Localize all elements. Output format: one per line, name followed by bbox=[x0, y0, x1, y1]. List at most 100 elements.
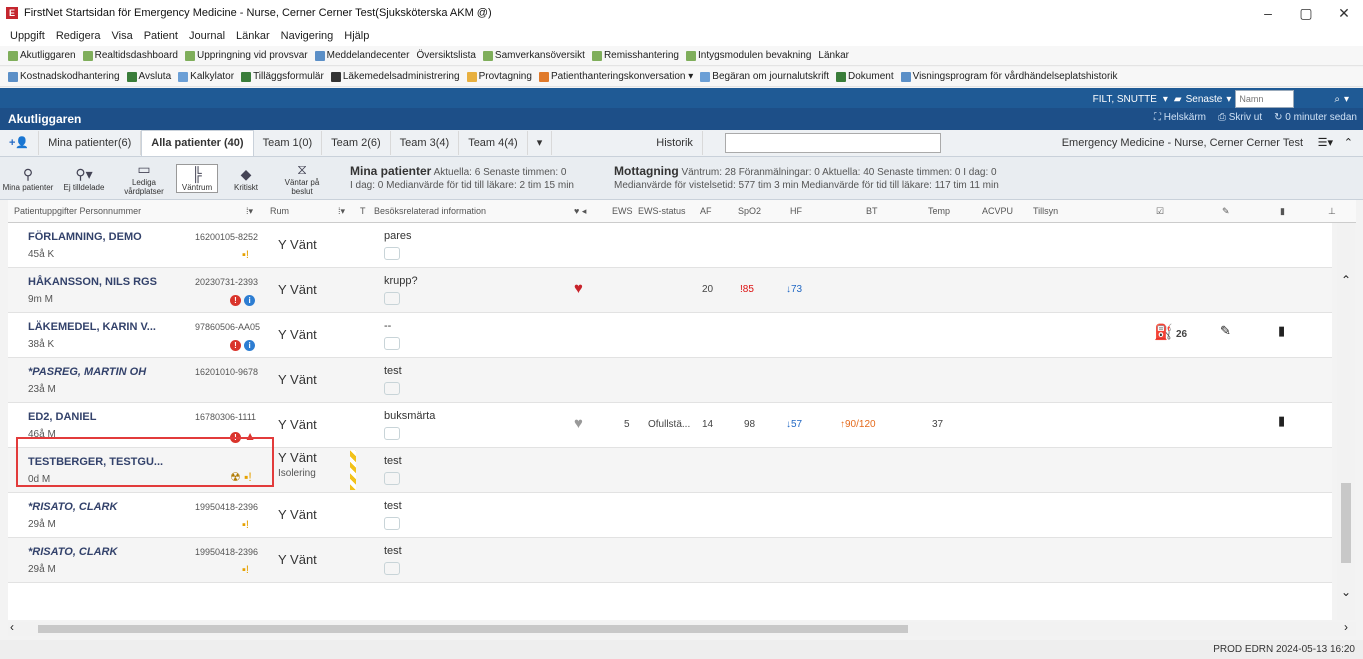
table-row[interactable]: *PASREG, MARTIN OH 16201010-9678 23å M Y… bbox=[8, 358, 1332, 403]
comment-icon[interactable] bbox=[384, 337, 400, 350]
toolbar-provtagning[interactable]: Provtagning bbox=[466, 71, 532, 82]
patient-name[interactable]: HÅKANSSON, NILS RGS bbox=[28, 276, 157, 288]
comment-icon[interactable] bbox=[384, 247, 400, 260]
scroll-up-icon[interactable]: ⌃ bbox=[1341, 273, 1351, 287]
col-ews-status[interactable]: EWS-status bbox=[638, 206, 686, 216]
table-row[interactable]: *RISATO, CLARK 19950418-2396 29å M ▪! Y … bbox=[8, 493, 1332, 538]
col-hf[interactable]: HF bbox=[790, 206, 802, 216]
toolbar-journalutskrift[interactable]: Begäran om journalutskrift bbox=[700, 71, 829, 82]
patient-search-input[interactable] bbox=[1235, 90, 1295, 108]
col-ews[interactable]: EWS bbox=[612, 206, 633, 216]
my-patients-filter-button[interactable]: ⚲ Mina patienter bbox=[0, 165, 56, 192]
fullscreen-button[interactable]: ⛶ Helskärm bbox=[1154, 112, 1206, 123]
toolbar-avsluta[interactable]: Avsluta bbox=[126, 71, 171, 82]
print-button[interactable]: ⎙ Skriv ut bbox=[1218, 112, 1262, 123]
free-beds-filter-button[interactable]: ▭ Lediga vårdplatser bbox=[112, 160, 176, 196]
comment-icon[interactable] bbox=[384, 562, 400, 575]
vertical-scroll-thumb[interactable] bbox=[1341, 483, 1351, 563]
tab-mina-patienter[interactable]: Mina patienter(6) bbox=[39, 131, 142, 155]
tab-team-1[interactable]: Team 1(0) bbox=[254, 131, 323, 155]
patient-name[interactable]: ED2, DANIEL bbox=[28, 411, 96, 423]
toolbar-oversiktslista[interactable]: Översiktslista bbox=[416, 50, 475, 61]
toolbar-dokument[interactable]: Dokument bbox=[836, 71, 894, 82]
patient-name[interactable]: LÄKEMEDEL, KARIN V... bbox=[28, 321, 156, 333]
critical-filter-button[interactable]: ◆ Kritiskt bbox=[218, 165, 274, 192]
menu-patient[interactable]: Patient bbox=[144, 30, 178, 42]
menu-uppgift[interactable]: Uppgift bbox=[10, 30, 45, 42]
toolbar-kostnadskod[interactable]: Kostnadskodhantering bbox=[8, 71, 120, 82]
toolbar-lakemedel[interactable]: Läkemedelsadministrering bbox=[330, 71, 460, 82]
pen-icon[interactable]: ✎ bbox=[1220, 323, 1231, 339]
awaiting-decision-filter-button[interactable]: ⧖ Väntar på beslut bbox=[274, 160, 330, 196]
table-row[interactable]: HÅKANSSON, NILS RGS 20230731-2393 9m M !… bbox=[8, 268, 1332, 313]
menu-redigera[interactable]: Redigera bbox=[56, 30, 101, 42]
close-button[interactable]: ✕ bbox=[1325, 0, 1363, 26]
maximize-button[interactable]: ▢ bbox=[1287, 0, 1325, 26]
col-acvpu[interactable]: ACVPU bbox=[982, 206, 1013, 216]
chevron-down-icon[interactable]: ▾ bbox=[1226, 94, 1231, 105]
tab-alla-patienter[interactable]: Alla patienter (40) bbox=[141, 130, 254, 156]
minimize-button[interactable]: – bbox=[1249, 0, 1287, 26]
chevron-down-icon[interactable]: ▾ bbox=[1344, 94, 1349, 105]
iv-icon[interactable]: ▮ bbox=[1278, 413, 1285, 429]
search-icon[interactable]: ⌕ bbox=[1334, 94, 1340, 105]
toolbar-realtidsdashboard[interactable]: Realtidsdashboard bbox=[82, 50, 178, 61]
sort-icon[interactable]: ⁞▾ bbox=[338, 206, 345, 217]
comment-icon[interactable] bbox=[384, 292, 400, 305]
col-af[interactable]: AF bbox=[700, 206, 712, 216]
tabs-dropdown-icon[interactable]: ▾ bbox=[528, 131, 553, 155]
toolbar-patienthantering[interactable]: Patienthanteringskonversation ▾ bbox=[538, 71, 693, 82]
toolbar-samverkansoversikt[interactable]: Samverkansöversikt bbox=[482, 50, 585, 61]
toolbar-remisshantering[interactable]: Remisshantering bbox=[591, 50, 679, 61]
toolbar-visningsprogram[interactable]: Visningsprogram för vårdhändelseplatshis… bbox=[900, 71, 1118, 82]
menu-lankar[interactable]: Länkar bbox=[236, 30, 270, 42]
col-spo2[interactable]: SpO2 bbox=[738, 206, 761, 216]
menu-icon[interactable]: ☰▾ bbox=[1318, 136, 1333, 149]
scroll-down-icon[interactable]: ⌄ bbox=[1341, 585, 1351, 599]
tab-team-2[interactable]: Team 2(6) bbox=[322, 131, 391, 155]
toolbar-intygsmodulen[interactable]: Intygsmodulen bevakning bbox=[685, 50, 811, 61]
recent-button[interactable]: Senaste bbox=[1186, 94, 1223, 105]
horizontal-scroll-thumb[interactable] bbox=[38, 625, 908, 633]
col-bt[interactable]: BT bbox=[866, 206, 878, 216]
comment-icon[interactable] bbox=[384, 472, 400, 485]
list-filter-input[interactable] bbox=[724, 133, 941, 153]
col-temp[interactable]: Temp bbox=[928, 206, 950, 216]
table-row[interactable]: LÄKEMEDEL, KARIN V... 97860506-AA05 38å … bbox=[8, 313, 1332, 358]
col-patient[interactable]: Patientuppgifter Personnummer bbox=[14, 206, 141, 216]
horizontal-scrollbar[interactable]: ‹ › bbox=[8, 620, 1356, 636]
menu-visa[interactable]: Visa bbox=[112, 30, 133, 42]
col-tillsyn[interactable]: Tillsyn bbox=[1033, 206, 1058, 216]
menu-journal[interactable]: Journal bbox=[189, 30, 225, 42]
toolbar-akutliggaren[interactable]: Akutliggaren bbox=[8, 50, 76, 61]
table-row[interactable]: FÖRLAMNING, DEMO 16200105-8252 45å K ▪! … bbox=[8, 223, 1332, 268]
patient-name[interactable]: *RISATO, CLARK bbox=[28, 546, 117, 558]
comment-icon[interactable] bbox=[384, 517, 400, 530]
tab-historik[interactable]: Historik bbox=[647, 131, 703, 155]
tab-team-4[interactable]: Team 4(4) bbox=[459, 131, 528, 155]
col-t[interactable]: T bbox=[360, 206, 366, 216]
toolbar-kalkylator[interactable]: Kalkylator bbox=[178, 71, 234, 82]
waiting-room-filter-button[interactable]: ╠ Väntrum bbox=[176, 163, 218, 193]
collapse-icon[interactable]: ⌃ bbox=[1344, 136, 1353, 149]
scroll-right-icon[interactable]: › bbox=[1344, 620, 1348, 634]
comment-icon[interactable] bbox=[384, 382, 400, 395]
table-row[interactable]: *RISATO, CLARK 19950418-2396 29å M ▪! Y … bbox=[8, 538, 1332, 583]
vertical-scrollbar[interactable]: ⌃ ⌄ bbox=[1337, 223, 1355, 620]
toolbar-tillaggsformular[interactable]: Tilläggsformulär bbox=[241, 71, 324, 82]
chevron-down-icon[interactable]: ▾ bbox=[1163, 94, 1168, 105]
refresh-button[interactable]: ↻ 0 minuter sedan bbox=[1274, 112, 1357, 123]
col-rum[interactable]: Rum bbox=[270, 206, 289, 216]
scroll-left-icon[interactable]: ‹ bbox=[10, 620, 14, 634]
iv-icon[interactable]: ▮ bbox=[1278, 323, 1285, 339]
toolbar-uppringning[interactable]: Uppringning vid provsvar bbox=[184, 50, 308, 61]
menu-hjalp[interactable]: Hjälp bbox=[344, 30, 369, 42]
toolbar-lankar[interactable]: Länkar bbox=[818, 50, 849, 61]
col-info[interactable]: Besöksrelaterad information bbox=[374, 206, 486, 216]
patient-name[interactable]: FÖRLAMNING, DEMO bbox=[28, 231, 142, 243]
infusion-icon[interactable]: ⛽ bbox=[1154, 323, 1173, 341]
user-name[interactable]: FILT, SNUTTE bbox=[1093, 94, 1157, 105]
sort-icon[interactable]: ⁞▾ bbox=[246, 206, 253, 217]
toolbar-meddelandecenter[interactable]: Meddelandecenter bbox=[314, 50, 409, 61]
unassigned-filter-button[interactable]: ⚲▾ Ej tilldelade bbox=[56, 165, 112, 192]
